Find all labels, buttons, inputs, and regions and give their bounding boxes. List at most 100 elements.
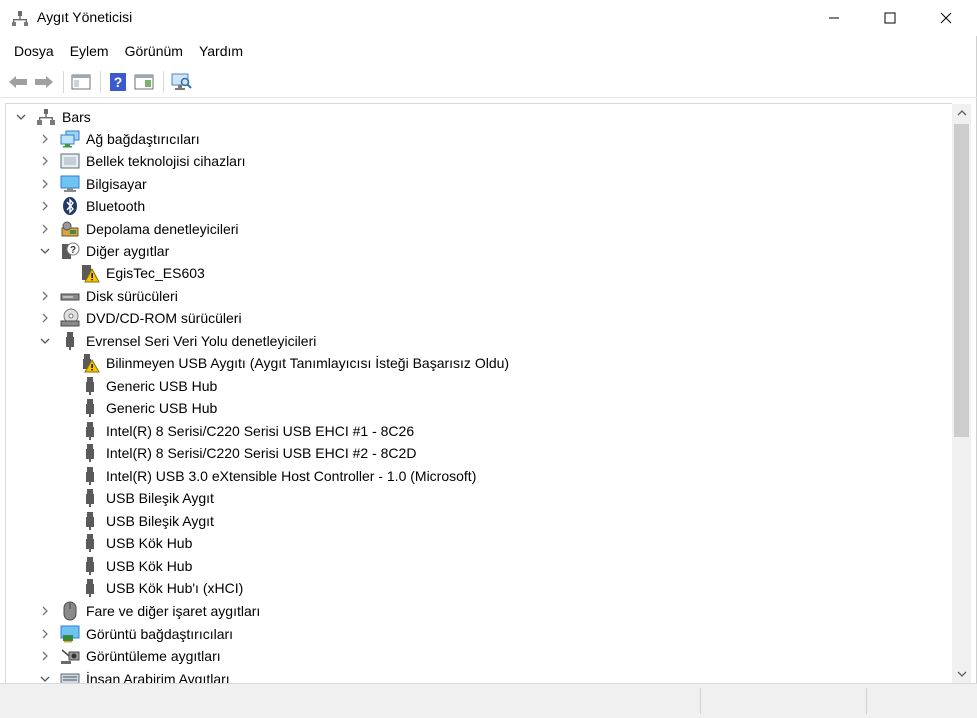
scan-hardware-button[interactable]: [169, 70, 193, 94]
display-adapter-icon: [60, 624, 80, 644]
usb-icon: [80, 376, 100, 396]
chevron-right-icon[interactable]: [38, 649, 52, 663]
chevron-down-icon[interactable]: [38, 244, 52, 258]
dvd-drive-icon: [60, 308, 80, 328]
menu-yardim[interactable]: Yardım: [191, 38, 251, 64]
tree-node-label: USB Kök Hub: [106, 535, 193, 551]
tree-category-usb-controllers[interactable]: Evrensel Seri Veri Yolu denetleyicileri: [38, 330, 316, 352]
tree-node-label: EgisTec_ES603: [106, 265, 205, 281]
show-hide-console-tree-button[interactable]: [69, 70, 93, 94]
toolbar-separator: [163, 70, 164, 93]
tree-node-label: Disk sürücüleri: [86, 288, 178, 304]
chevron-right-icon[interactable]: [38, 177, 52, 191]
tree-device-usb[interactable]: USB Bileşik Aygıt: [80, 510, 214, 532]
tree-category-dvd[interactable]: DVD/CD-ROM sürücüleri: [38, 307, 242, 329]
help-button[interactable]: ?: [106, 70, 130, 94]
chevron-right-icon[interactable]: [38, 222, 52, 236]
show-hide-console-tree-icon: [71, 74, 91, 89]
tree-category-hid[interactable]: İnsan Arabirim Aygıtları: [38, 668, 230, 683]
tree-device-usb[interactable]: Generic USB Hub: [80, 397, 217, 419]
tree-node-label: USB Bileşik Aygıt: [106, 490, 214, 506]
status-bar: [0, 683, 977, 718]
computer-icon: [60, 174, 80, 194]
back-button[interactable]: [6, 70, 30, 94]
tree-node-label: USB Kök Hub: [106, 558, 193, 574]
tree-device-usb[interactable]: USB Kök Hub: [80, 532, 192, 554]
menu-dosya[interactable]: Dosya: [6, 38, 62, 64]
bluetooth-icon: [60, 196, 80, 216]
tree-device-usb[interactable]: Intel(R) 8 Serisi/C220 Serisi USB EHCI #…: [80, 442, 416, 464]
forward-icon: [35, 75, 53, 88]
disk-drive-icon: [60, 286, 80, 306]
tree-node-label: Generic USB Hub: [106, 400, 218, 416]
usb-icon: [80, 421, 100, 441]
toolbar-separator: [63, 70, 64, 93]
tree-category-disk-drives[interactable]: Disk sürücüleri: [38, 285, 178, 307]
chevron-right-icon[interactable]: [38, 199, 52, 213]
tree-category-computer[interactable]: Bilgisayar: [38, 173, 147, 195]
chevron-down-icon[interactable]: [38, 334, 52, 348]
storage-controller-icon: [60, 219, 80, 239]
menu-gorunum[interactable]: Görünüm: [117, 38, 191, 64]
hid-icon: [60, 669, 80, 683]
tree-node-label: Bilgisayar: [86, 176, 147, 192]
tree-node-label: Intel(R) 8 Serisi/C220 Serisi USB EHCI #…: [106, 423, 415, 439]
tree-category-storage[interactable]: Depolama denetleyicileri: [38, 218, 239, 240]
menu-eylem[interactable]: Eylem: [62, 38, 117, 64]
tree-node-label: Evrensel Seri Veri Yolu denetleyicileri: [86, 333, 317, 349]
tree-node-label: Bellek teknolojisi cihazları: [86, 153, 246, 169]
chevron-right-icon[interactable]: [38, 311, 52, 325]
tree-category-bluetooth[interactable]: Bluetooth: [38, 195, 145, 217]
tree-node-label: Ağ bağdaştırıcıları: [86, 131, 200, 147]
tree-category-memory[interactable]: Bellek teknolojisi cihazları: [38, 150, 246, 172]
scroll-up-button[interactable]: [952, 104, 971, 122]
mouse-icon: [60, 601, 80, 621]
memory-device-icon: [60, 151, 80, 171]
chevron-right-icon[interactable]: [38, 627, 52, 641]
status-bar-divider: [866, 688, 867, 714]
usb-icon: [80, 398, 100, 418]
close-button[interactable]: [918, 0, 974, 36]
vertical-scrollbar[interactable]: [952, 104, 971, 683]
usb-icon: [80, 488, 100, 508]
usb-icon: [80, 578, 100, 598]
chevron-down-icon: [957, 671, 966, 677]
tree-device-usb[interactable]: USB Kök Hub: [80, 555, 192, 577]
tree-node-label: USB Kök Hub'ı (xHCI): [106, 580, 244, 596]
tree-device-usb[interactable]: USB Bileşik Aygıt: [80, 487, 214, 509]
chevron-right-icon[interactable]: [38, 154, 52, 168]
chevron-down-icon[interactable]: [38, 672, 52, 683]
properties-panel-icon: [134, 74, 154, 89]
tree-category-mouse[interactable]: Fare ve diğer işaret aygıtları: [38, 600, 260, 622]
scrollbar-thumb[interactable]: [954, 124, 969, 437]
scroll-down-button[interactable]: [952, 665, 971, 683]
minimize-button[interactable]: [806, 0, 862, 36]
maximize-icon: [884, 12, 896, 24]
maximize-button[interactable]: [862, 0, 918, 36]
chevron-up-icon: [957, 110, 966, 116]
usb-icon: [80, 511, 100, 531]
chevron-right-icon[interactable]: [38, 289, 52, 303]
tree-node-label: Depolama denetleyicileri: [86, 221, 239, 237]
minimize-icon: [829, 17, 839, 19]
tree-device-usb[interactable]: Intel(R) 8 Serisi/C220 Serisi USB EHCI #…: [80, 420, 414, 442]
chevron-right-icon[interactable]: [38, 604, 52, 618]
tree-device-usb[interactable]: Generic USB Hub: [80, 375, 217, 397]
tree-root-bars[interactable]: Bars: [14, 106, 91, 128]
forward-button[interactable]: [32, 70, 56, 94]
tree-category-imaging-devices[interactable]: Görüntüleme aygıtları: [38, 645, 221, 667]
tree-node-label: Bilinmeyen USB Aygıtı (Aygıt Tanımlayıcı…: [106, 355, 510, 371]
close-icon: [940, 12, 952, 24]
tree-category-display-adapters[interactable]: Görüntü bağdaştırıcıları: [38, 623, 233, 645]
imaging-device-icon: [60, 646, 80, 666]
properties-panel-button[interactable]: [132, 70, 156, 94]
chevron-right-icon[interactable]: [38, 132, 52, 146]
tree-device-usb[interactable]: USB Kök Hub'ı (xHCI): [80, 577, 243, 599]
tree-device-usb[interactable]: Intel(R) USB 3.0 eXtensible Host Control…: [80, 465, 476, 487]
tree-device-egistec[interactable]: EgisTec_ES603: [80, 262, 205, 284]
tree-device-unknown-usb[interactable]: Bilinmeyen USB Aygıtı (Aygıt Tanımlayıcı…: [80, 352, 509, 374]
chevron-down-icon[interactable]: [14, 110, 28, 124]
tree-category-other-devices[interactable]: ? Diğer aygıtlar: [38, 240, 169, 262]
tree-category-network[interactable]: Ağ bağdaştırıcıları: [38, 128, 200, 150]
usb-icon: [80, 443, 100, 463]
